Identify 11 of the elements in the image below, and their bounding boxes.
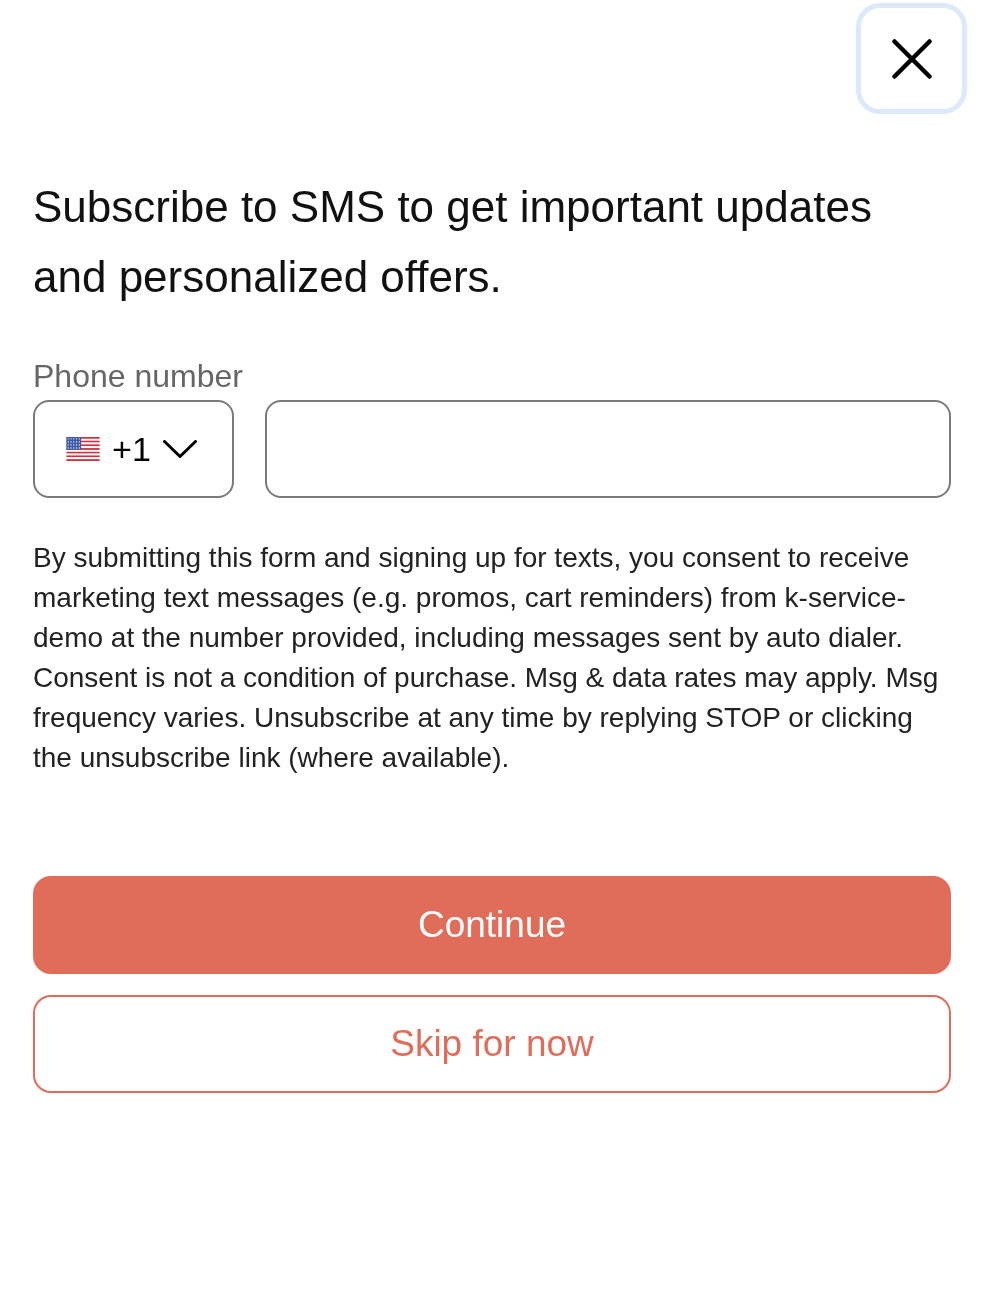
skip-button[interactable]: Skip for now [33, 995, 951, 1093]
heading: Subscribe to SMS to get important updates and personalized offers. [33, 181, 873, 303]
close-icon [891, 38, 932, 79]
chevron-down-icon [162, 440, 197, 458]
continue-button[interactable]: Continue [33, 876, 951, 974]
phone-number-label: Phone number [33, 357, 244, 396]
country-code-select[interactable]: +1 [33, 400, 234, 498]
flag-icon [66, 437, 101, 461]
close-button[interactable] [856, 3, 967, 114]
phone-input[interactable] [265, 400, 951, 498]
consent-text: By submitting this form and signing up for texts, you consent to receive marketing text messages (e.g. promos, cart reminders) from k-service-demo at the number provided, including messages sent by auto dialer. Consent is not a condition of purchase. Msg & data rates may apply. Msg frequency varies. Unsubscribe at any time by replying STOP or clicking the unsubscribe link (where available). [33, 541, 940, 775]
